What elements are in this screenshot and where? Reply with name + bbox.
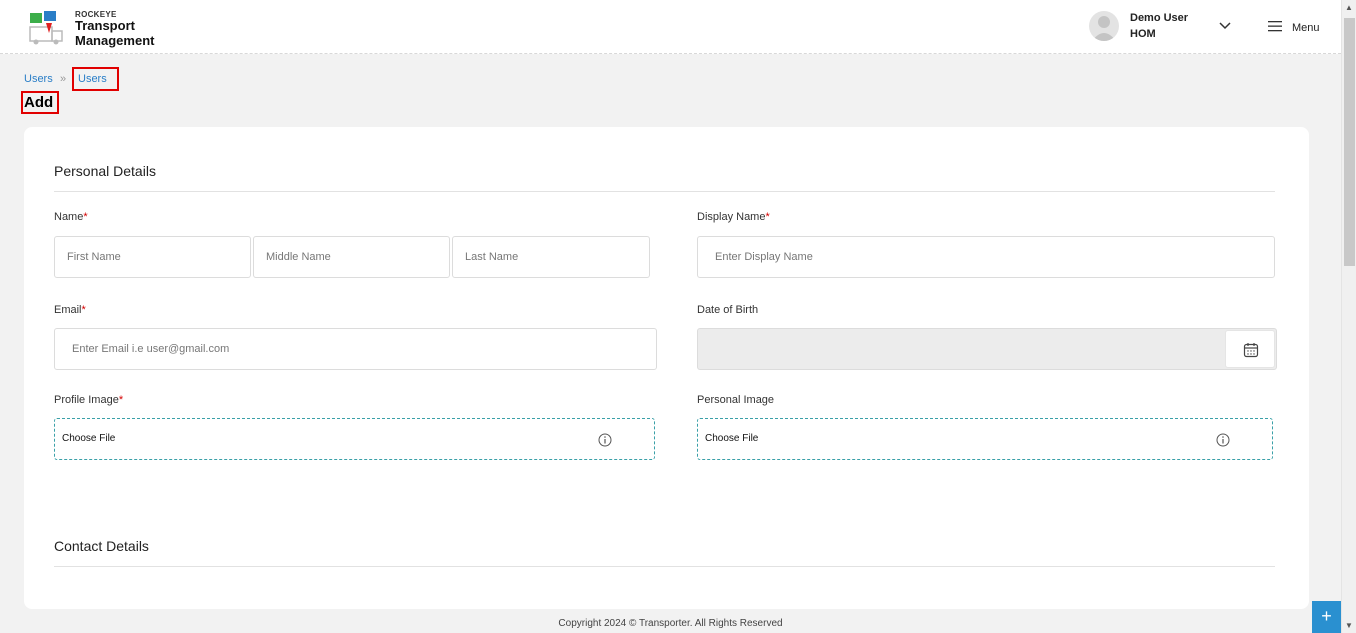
plus-icon[interactable]: + [1312, 601, 1341, 633]
info-icon[interactable] [598, 433, 612, 447]
personal-image-label: Personal Image [697, 394, 775, 406]
footer-copyright: Copyright 2024 © Transporter. All Rights… [558, 618, 783, 629]
breadcrumb-users-link[interactable]: Users [24, 73, 53, 85]
choose-file-button[interactable]: Choose File [705, 433, 758, 444]
contact-details-heading: Contact Details [54, 538, 149, 554]
scroll-thumb[interactable] [1344, 18, 1355, 266]
avatar-icon[interactable] [1089, 11, 1119, 41]
dob-input[interactable] [697, 328, 1277, 370]
display-name-input[interactable]: Enter Display Name [697, 236, 1275, 278]
menu-button[interactable]: Menu [1292, 22, 1320, 34]
brand-name-line2: Management [75, 33, 155, 48]
personal-details-heading: Personal Details [54, 163, 156, 179]
first-name-input[interactable]: First Name [54, 236, 251, 278]
calendar-button[interactable] [1225, 330, 1275, 368]
top-header: ROCKEYE Transport Management Demo User H… [0, 0, 1341, 54]
chevron-down-icon[interactable] [1218, 19, 1232, 33]
logo-icon[interactable] [28, 9, 68, 45]
user-role: HOM [1130, 28, 1156, 40]
email-label: Email* [54, 304, 86, 316]
choose-file-button[interactable]: Choose File [62, 433, 115, 444]
brand-name-line1: Transport [75, 18, 135, 33]
name-label: Name* [54, 211, 88, 223]
display-name-label: Display Name* [697, 211, 770, 223]
section-divider [54, 566, 1275, 567]
section-divider [54, 191, 1275, 192]
dob-label: Date of Birth [697, 304, 759, 316]
form-card: Personal Details Name* First Name Middle… [24, 127, 1309, 609]
middle-name-input[interactable]: Middle Name [253, 236, 450, 278]
personal-image-file-input[interactable]: Choose File [697, 418, 1273, 460]
scroll-down-icon[interactable]: ▼ [1345, 621, 1353, 630]
profile-image-file-input[interactable]: Choose File [54, 418, 655, 460]
page-scrollbar[interactable]: ▲ ▼ [1341, 0, 1356, 633]
email-input[interactable]: Enter Email i.e user@gmail.com [54, 328, 657, 370]
page-title: Add [21, 91, 59, 114]
hamburger-menu-icon[interactable] [1268, 20, 1282, 32]
calendar-icon [1243, 343, 1259, 358]
user-name[interactable]: Demo User [1130, 12, 1188, 24]
breadcrumb-separator-icon: » [60, 73, 67, 85]
last-name-input[interactable]: Last Name [452, 236, 650, 278]
info-icon[interactable] [1216, 433, 1230, 447]
profile-image-label: Profile Image* [54, 394, 124, 406]
scroll-up-icon[interactable]: ▲ [1345, 3, 1353, 12]
breadcrumb-users-current[interactable]: Users [72, 67, 119, 91]
